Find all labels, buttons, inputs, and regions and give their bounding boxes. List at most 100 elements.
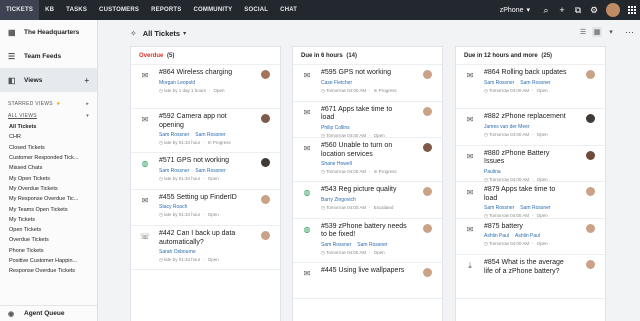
ticket-subject[interactable]: #539 zPhone battery needs to be fixed! bbox=[321, 223, 407, 240]
view-item[interactable]: Closed Tickets bbox=[9, 143, 97, 153]
ticket-subject[interactable]: #882 zPhone replacement bbox=[484, 113, 570, 122]
agent-avatar[interactable] bbox=[423, 187, 432, 196]
view-item[interactable]: Response Overdue Tickets bbox=[9, 266, 97, 276]
ticket-subject[interactable]: #571 GPS not working bbox=[159, 157, 245, 166]
ticket-card[interactable]: ◍ #543 Reg picture quality Barry Zingovich… bbox=[293, 182, 442, 219]
view-item[interactable]: Overdue Tickets bbox=[9, 235, 97, 245]
more-options-icon[interactable]: ⋯ bbox=[625, 27, 634, 38]
contact-name[interactable]: James van der Meer bbox=[484, 124, 530, 130]
apps-grid-icon[interactable] bbox=[624, 0, 640, 20]
external-link-icon[interactable]: ⧉ bbox=[570, 0, 586, 20]
ticket-status[interactable]: Open bbox=[537, 213, 548, 218]
ticket-status[interactable]: Open bbox=[208, 176, 219, 181]
agent-avatar[interactable] bbox=[261, 70, 270, 79]
ticket-status[interactable]: Open bbox=[213, 88, 224, 93]
ticket-subject[interactable]: #455 Setting up FinderID bbox=[159, 194, 245, 203]
ticket-card[interactable]: ✉ #864 Rolling back updates Sam Rossner Sam… bbox=[456, 65, 605, 109]
agent-avatar[interactable] bbox=[261, 114, 270, 123]
contact-name[interactable]: Sam Rossner bbox=[484, 205, 514, 211]
view-item[interactable]: All Tickets bbox=[9, 122, 97, 132]
ticket-subject[interactable]: #864 Wireless charging bbox=[159, 69, 245, 78]
tab-chat[interactable]: CHAT bbox=[274, 0, 303, 20]
view-item[interactable]: Phone Tickets bbox=[9, 246, 97, 256]
agent-avatar[interactable] bbox=[586, 223, 595, 233]
ticket-card[interactable]: ☏ #442 Can I back up data automatically? S… bbox=[131, 226, 280, 270]
view-item[interactable]: Positive Customer Happin... bbox=[9, 256, 97, 266]
view-item[interactable]: Customer Responded Tick... bbox=[9, 153, 97, 163]
agent-avatar[interactable] bbox=[261, 194, 270, 204]
ticket-card[interactable]: ✉ #879 Apps take time to load Sam Rossner S… bbox=[456, 182, 605, 219]
ticket-status[interactable]: Open bbox=[208, 212, 219, 217]
tab-tickets[interactable]: TICKETS bbox=[0, 0, 40, 20]
agent-avatar[interactable] bbox=[261, 231, 270, 240]
agent-avatar[interactable] bbox=[423, 223, 432, 233]
ticket-card[interactable]: ✉ #560 Unable to turn on location service… bbox=[293, 138, 442, 182]
contact-name[interactable]: Barry Zingovich bbox=[321, 197, 356, 203]
contact-name[interactable]: Shane Howell bbox=[321, 161, 352, 167]
assignee-name[interactable]: Sam Rossner bbox=[520, 205, 550, 211]
ticket-status[interactable]: Open bbox=[537, 88, 548, 93]
ticket-card[interactable]: ✉ #864 Wireless charging Morgan Leopold ◷ l… bbox=[131, 65, 280, 109]
contact-name[interactable]: Morgan Leopold bbox=[159, 80, 195, 86]
ticket-status[interactable]: Open bbox=[208, 257, 219, 262]
agent-avatar[interactable] bbox=[261, 158, 270, 167]
sidebar-item-team-feeds[interactable]: ☰ Team Feeds bbox=[0, 44, 97, 68]
view-item[interactable]: Open Tickets bbox=[9, 225, 97, 235]
contact-name[interactable]: Case Fletcher bbox=[321, 80, 352, 86]
assignee-name[interactable]: Sam Rossner bbox=[195, 132, 225, 138]
search-icon[interactable]: ⌕ bbox=[538, 0, 554, 20]
ticket-subject[interactable]: #854 What is the average life of a zPhon… bbox=[484, 259, 570, 276]
ticket-card[interactable]: ✉ #455 Setting up FinderID Stacy Roach ◷ la… bbox=[131, 190, 280, 226]
ticket-status[interactable]: Open bbox=[537, 132, 548, 137]
user-avatar[interactable] bbox=[606, 3, 620, 17]
assignee-name[interactable]: Sam Rossner bbox=[357, 242, 387, 248]
all-views-header[interactable]: ALL VIEWS ▾ bbox=[0, 110, 97, 122]
tab-community[interactable]: COMMUNITY bbox=[187, 0, 238, 20]
ticket-card[interactable]: ⤓ #854 What is the average life of a zPho… bbox=[456, 255, 605, 299]
ticket-subject[interactable]: #442 Can I back up data automatically? bbox=[159, 230, 245, 247]
ticket-status[interactable]: Open bbox=[537, 177, 548, 182]
ticket-subject[interactable]: #875 battery bbox=[484, 223, 570, 232]
view-item[interactable]: CHR bbox=[9, 132, 97, 142]
view-item[interactable]: My Open Tickets bbox=[9, 173, 97, 183]
view-title[interactable]: All Tickets bbox=[143, 29, 180, 38]
chevron-down-icon[interactable]: ▾ bbox=[606, 27, 616, 37]
sidebar-item-headquarters[interactable]: ▦ The Headquarters bbox=[0, 20, 97, 44]
ticket-subject[interactable]: #560 Unable to turn on location services bbox=[321, 142, 407, 159]
ticket-card[interactable]: ✉ #592 Camera app not opening Sam Rossner S… bbox=[131, 109, 280, 153]
contact-name[interactable]: Sarah Osbourne bbox=[159, 249, 196, 255]
ticket-card[interactable]: ✉ #875 battery Ashlin Paul Ashlin Paul ◷ Tom… bbox=[456, 219, 605, 255]
ticket-status[interactable]: In Progress bbox=[208, 140, 231, 145]
agent-avatar[interactable] bbox=[423, 143, 432, 152]
contact-name[interactable]: Stacy Roach bbox=[159, 204, 187, 210]
tab-kb[interactable]: KB bbox=[39, 0, 60, 20]
ticket-subject[interactable]: #864 Rolling back updates bbox=[484, 69, 570, 78]
ticket-subject[interactable]: #592 Camera app not opening bbox=[159, 113, 245, 130]
contact-name[interactable]: Sam Rossner bbox=[159, 168, 189, 174]
agent-avatar[interactable] bbox=[586, 70, 595, 79]
contact-name[interactable]: Paulina bbox=[484, 169, 501, 175]
ticket-subject[interactable]: #445 Using live wallpapers bbox=[321, 267, 407, 276]
view-item[interactable]: My Response Overdue Tic... bbox=[9, 194, 97, 204]
ticket-status[interactable]: Escalated bbox=[374, 205, 394, 210]
ticket-status[interactable]: In Progress bbox=[374, 88, 397, 93]
view-item[interactable]: My Tickets bbox=[9, 215, 97, 225]
view-item[interactable]: My Teams Open Tickets bbox=[9, 204, 97, 214]
ticket-card[interactable]: ✉ #445 Using live wallpapers bbox=[293, 263, 442, 299]
ticket-status[interactable]: Open bbox=[374, 133, 385, 138]
ticket-status[interactable]: Open bbox=[537, 241, 548, 246]
tab-reports[interactable]: REPORTS bbox=[145, 0, 187, 20]
gear-icon[interactable]: ⚙ bbox=[586, 0, 602, 20]
ticket-card[interactable]: ✉ #671 Apps take time to load Philip Colli… bbox=[293, 102, 442, 138]
agent-avatar[interactable] bbox=[423, 70, 432, 79]
ticket-card[interactable]: ✉ #595 GPS not working Case Fletcher ◷ Tomo… bbox=[293, 65, 442, 102]
assignee-name[interactable]: Sam Rossner bbox=[520, 80, 550, 86]
ticket-card[interactable]: ◍ #539 zPhone battery needs to be fixed! S… bbox=[293, 219, 442, 263]
ticket-subject[interactable]: #880 zPhone Battery Issues bbox=[484, 150, 570, 167]
tab-customers[interactable]: CUSTOMERS bbox=[93, 0, 145, 20]
contact-name[interactable]: Philip Collins bbox=[321, 125, 350, 131]
ticket-subject[interactable]: #671 Apps take time to load bbox=[321, 106, 407, 123]
agent-avatar[interactable] bbox=[586, 187, 595, 196]
ticket-subject[interactable]: #595 GPS not working bbox=[321, 69, 407, 78]
tab-social[interactable]: SOCIAL bbox=[238, 0, 274, 20]
